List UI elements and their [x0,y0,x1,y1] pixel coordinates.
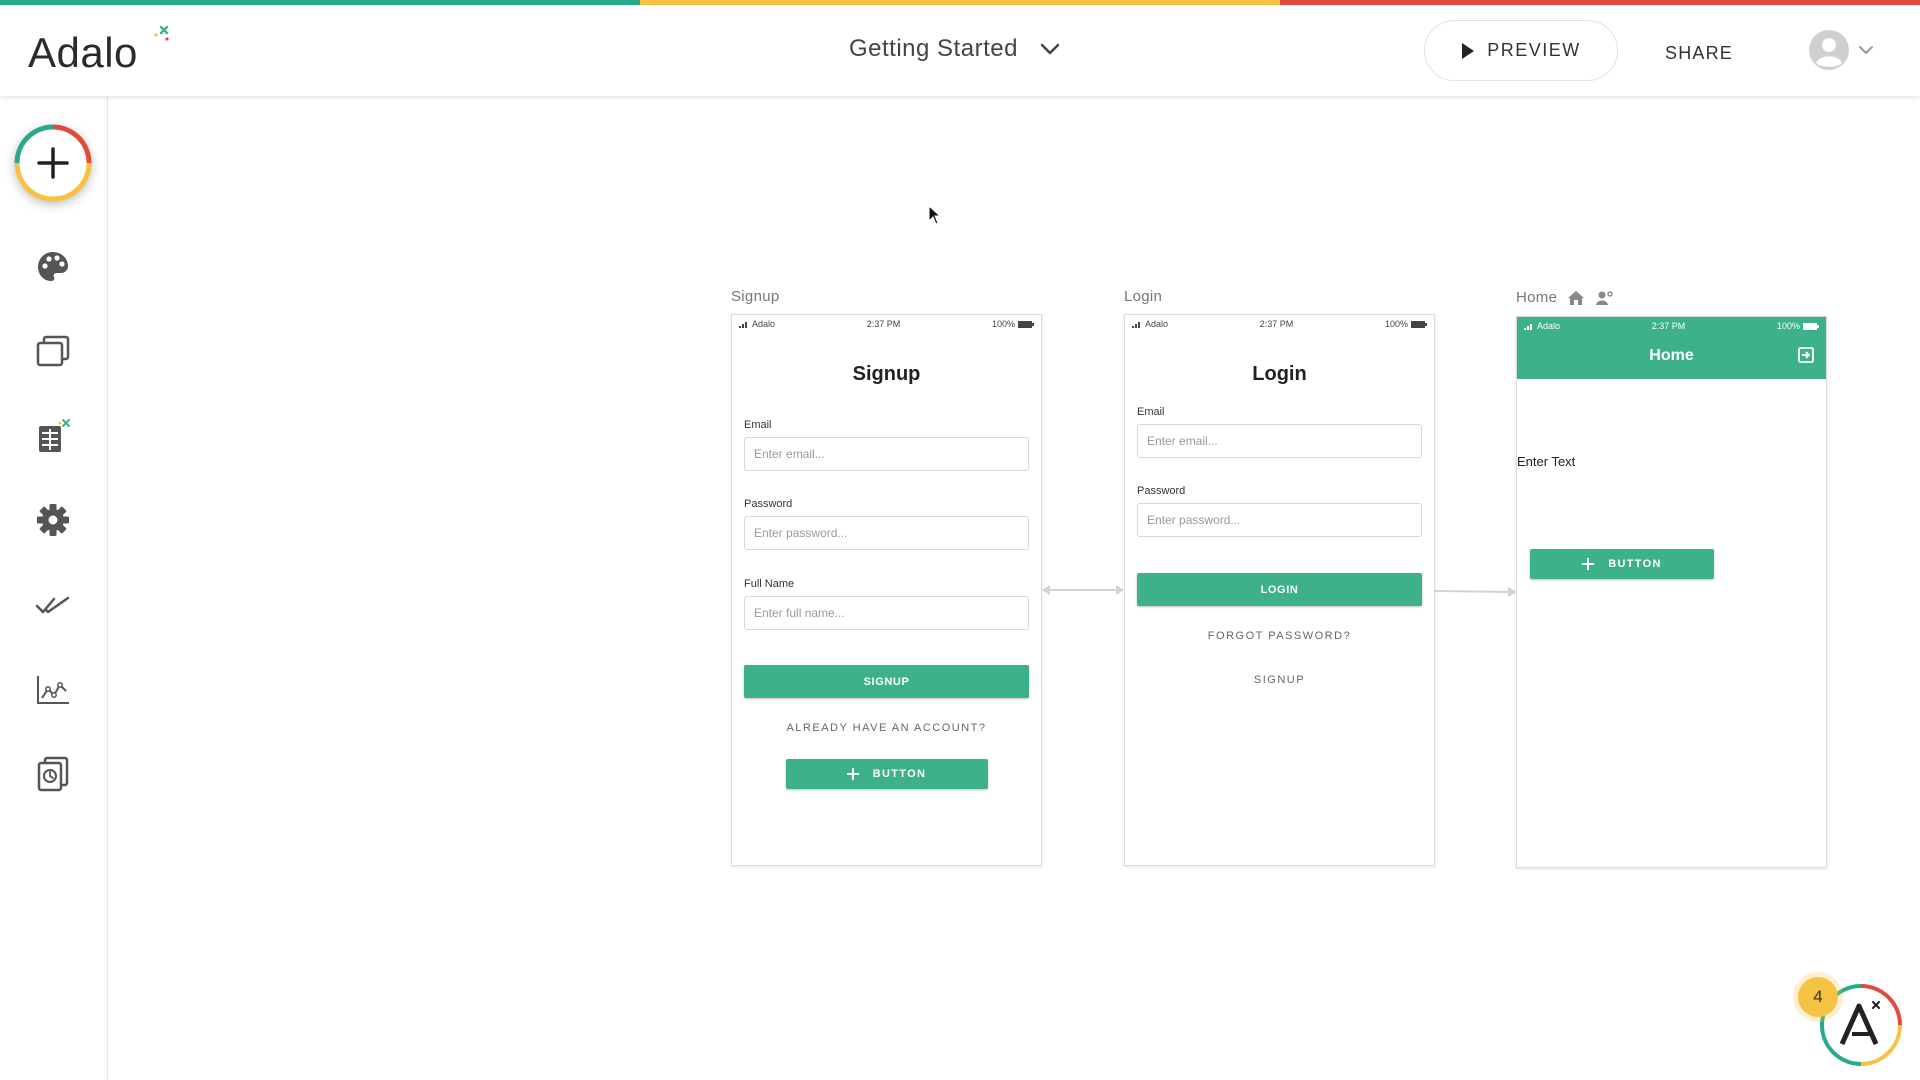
status-bar: Adalo 2:37 PM 100% [1517,317,1826,335]
app-selector-dropdown[interactable]: Getting Started [849,35,1060,63]
gear-icon[interactable] [34,501,72,539]
screen-label-home[interactable]: Home [1516,289,1613,306]
palette-icon[interactable] [34,248,72,286]
screen-label-login[interactable]: Login [1124,288,1162,305]
signup-link[interactable]: SIGNUP [1125,674,1434,686]
home-app-bar: Adalo 2:37 PM 100% Home [1517,317,1826,379]
database-icon[interactable] [34,417,72,455]
analytics-icon[interactable] [34,670,72,708]
status-time: 2:37 PM [1259,319,1294,329]
carrier: Adalo [1524,321,1560,331]
email-label: Email [744,419,772,431]
already-have-account-link[interactable]: ALREADY HAVE AN ACCOUNT? [732,722,1041,734]
battery: 100% [1777,321,1819,331]
chevron-down-icon [1859,46,1873,54]
top-header: Adalo Getting Started PREVIEW SHARE [0,5,1920,96]
screen-label-signup[interactable]: Signup [731,288,780,305]
home-icon [1568,290,1585,305]
button-label: BUTTON [1608,558,1662,570]
versions-icon[interactable] [34,755,72,793]
screen-title: Login [1252,363,1307,385]
battery: 100% [992,319,1034,329]
chevron-down-icon [1040,43,1060,55]
logo-spark-icon [154,25,169,41]
signup-button[interactable]: SIGNUP [744,665,1029,698]
battery-icon [1018,320,1034,328]
signup-screen[interactable]: Adalo 2:37 PM 100% Signup Email Enter em… [731,314,1042,866]
battery-icon [1803,322,1819,330]
plus-icon [846,768,859,780]
password-label: Password [1137,485,1186,497]
login-button[interactable]: LOGIN [1137,573,1422,606]
forgot-password-link[interactable]: FORGOT PASSWORD? [1125,630,1434,642]
publish-checkmark-icon[interactable] [34,586,72,624]
email-label: Email [1137,406,1165,418]
play-icon [1462,42,1475,59]
signal-icon [1132,322,1140,328]
status-time: 2:37 PM [1651,321,1686,331]
preview-label: PREVIEW [1487,40,1581,60]
account-menu[interactable] [1808,29,1874,71]
screen-label-text: Home [1516,289,1558,306]
plus-icon [1582,558,1595,570]
status-time: 2:37 PM [866,319,901,329]
full-name-field[interactable]: Enter full name... [744,596,1029,630]
app-bar-title: Home [1649,347,1694,364]
adalo-logo[interactable]: Adalo [28,29,138,77]
add-component-button[interactable] [13,123,93,203]
signal-icon [739,322,747,328]
add-button[interactable]: BUTTON [785,759,988,789]
screens-icon[interactable] [34,332,72,370]
status-bar: Adalo 2:37 PM 100% [1125,315,1434,333]
screen-title: Signup [852,363,921,385]
email-field[interactable]: Enter email... [1137,424,1422,458]
battery: 100% [1385,319,1427,329]
avatar-icon [1809,30,1849,70]
login-screen[interactable]: Adalo 2:37 PM 100% Login Email Enter ema… [1124,314,1435,866]
button-label: BUTTON [872,768,927,780]
preview-button[interactable]: PREVIEW [1424,20,1618,81]
full-name-label: Full Name [744,578,795,590]
logout-icon[interactable] [1798,347,1814,363]
password-field[interactable]: Enter password... [1137,503,1422,537]
mouse-cursor-icon [928,205,942,225]
signal-icon [1524,324,1532,330]
add-button[interactable]: BUTTON [1530,549,1714,579]
status-bar: Adalo 2:37 PM 100% [732,315,1041,333]
carrier: Adalo [739,319,775,329]
user-auth-icon [1596,290,1613,305]
password-field[interactable]: Enter password... [744,516,1029,550]
left-sidebar [0,96,108,1080]
password-label: Password [744,498,793,510]
email-field[interactable]: Enter email... [744,437,1029,471]
share-button[interactable]: SHARE [1665,43,1733,64]
home-screen[interactable]: Adalo 2:37 PM 100% Home Enter Text BUTTO… [1516,316,1827,868]
carrier: Adalo [1132,319,1168,329]
app-name: Getting Started [849,35,1018,62]
battery-icon [1411,320,1427,328]
text-component[interactable]: Enter Text [1517,454,1575,469]
notification-badge[interactable]: 4 [1798,977,1838,1017]
